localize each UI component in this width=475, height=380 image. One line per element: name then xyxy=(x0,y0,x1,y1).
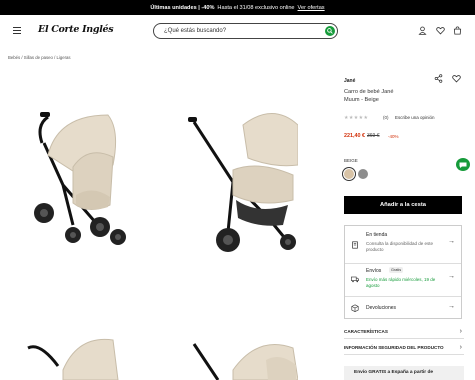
add-to-cart-button[interactable]: Añadir a la cesta xyxy=(344,196,462,214)
arrow-right-icon: → xyxy=(448,303,455,310)
menu-icon[interactable] xyxy=(13,27,21,34)
shipping-option[interactable]: Envíos Gratis Envío más rápido miércoles… xyxy=(345,267,461,294)
returns-option[interactable]: Devoluciones → xyxy=(345,303,461,315)
returns-title: Devoluciones xyxy=(366,305,397,311)
promo-bar: Últimas unidades | -40% Hasta el 31/08 e… xyxy=(0,0,475,15)
user-icon[interactable] xyxy=(418,26,427,35)
arrow-right-icon: → xyxy=(448,238,455,245)
product-image-3[interactable] xyxy=(18,330,128,380)
search-placeholder: ¿Qué estás buscando? xyxy=(164,28,227,34)
search-button[interactable] xyxy=(325,26,335,36)
product-title: Carro de bebé Jané Muum - Beige xyxy=(344,89,394,103)
shipping-subtitle: Envío más rápido miércoles, 19 de agosto xyxy=(366,277,436,288)
wishlist-heart-icon[interactable] xyxy=(452,74,461,83)
brand[interactable]: Jané xyxy=(344,78,355,84)
search-input[interactable]: ¿Qué estás buscando? xyxy=(153,23,338,39)
swatch-grey[interactable] xyxy=(358,169,368,179)
product-image-2[interactable] xyxy=(188,100,298,260)
delivery-options: En tienda Consulta la disponibilidad de … xyxy=(344,225,462,319)
share-icon[interactable] xyxy=(434,74,443,83)
free-badge: Gratis xyxy=(389,267,404,273)
free-shipping-banner: Envío GRATIS a España a partir de xyxy=(344,366,464,380)
arrow-right-icon: → xyxy=(448,273,455,280)
old-price: 369 € xyxy=(367,133,380,139)
rating-stars: ★★★★★ xyxy=(344,115,369,121)
breadcrumb[interactable]: Bebés / Sillas de paseo / Ligeras xyxy=(8,55,71,60)
shipping-title: Envíos xyxy=(366,268,382,274)
store-option[interactable]: En tienda Consulta la disponibilidad de … xyxy=(345,232,461,260)
price: 221,40 € xyxy=(344,133,365,139)
color-label: BEIGE xyxy=(344,158,358,163)
chat-icon xyxy=(459,162,467,168)
product-image-1[interactable] xyxy=(18,95,128,255)
box-icon xyxy=(351,304,359,312)
product-image-4[interactable] xyxy=(188,330,298,380)
store-subtitle: Consulta la disponibilidad de este produ… xyxy=(366,241,434,252)
promo-link[interactable]: Ver ofertas xyxy=(298,5,325,11)
accordion-safety[interactable]: INFORMACIÓN SEGURIDAD DEL PRODUCTO › xyxy=(344,341,464,355)
promo-bold: Últimas unidades | -40% xyxy=(150,4,215,11)
chat-button[interactable] xyxy=(456,158,470,171)
logo[interactable]: El Corte Inglés xyxy=(38,24,114,35)
accordion-features[interactable]: CARACTERÍSTICAS › xyxy=(344,325,464,339)
accordion-features-label: CARACTERÍSTICAS xyxy=(344,329,388,334)
store-title: En tienda xyxy=(366,232,388,238)
rating-count: (0) xyxy=(383,115,389,120)
promo-text: Hasta el 31/08 exclusivo online xyxy=(217,4,295,11)
write-review-link[interactable]: Escribe una opinión xyxy=(395,115,435,120)
discount: -40% xyxy=(388,134,399,139)
chevron-right-icon: › xyxy=(459,328,462,335)
bag-icon[interactable] xyxy=(453,26,462,35)
search-icon xyxy=(327,28,333,34)
truck-icon xyxy=(351,276,359,283)
accordion-safety-label: INFORMACIÓN SEGURIDAD DEL PRODUCTO xyxy=(344,345,444,350)
header: El Corte Inglés ¿Qué estás buscando? xyxy=(0,15,475,47)
chevron-right-icon: › xyxy=(459,344,462,351)
swatch-beige[interactable] xyxy=(344,169,354,179)
heart-icon[interactable] xyxy=(436,26,445,35)
store-icon xyxy=(352,241,358,249)
